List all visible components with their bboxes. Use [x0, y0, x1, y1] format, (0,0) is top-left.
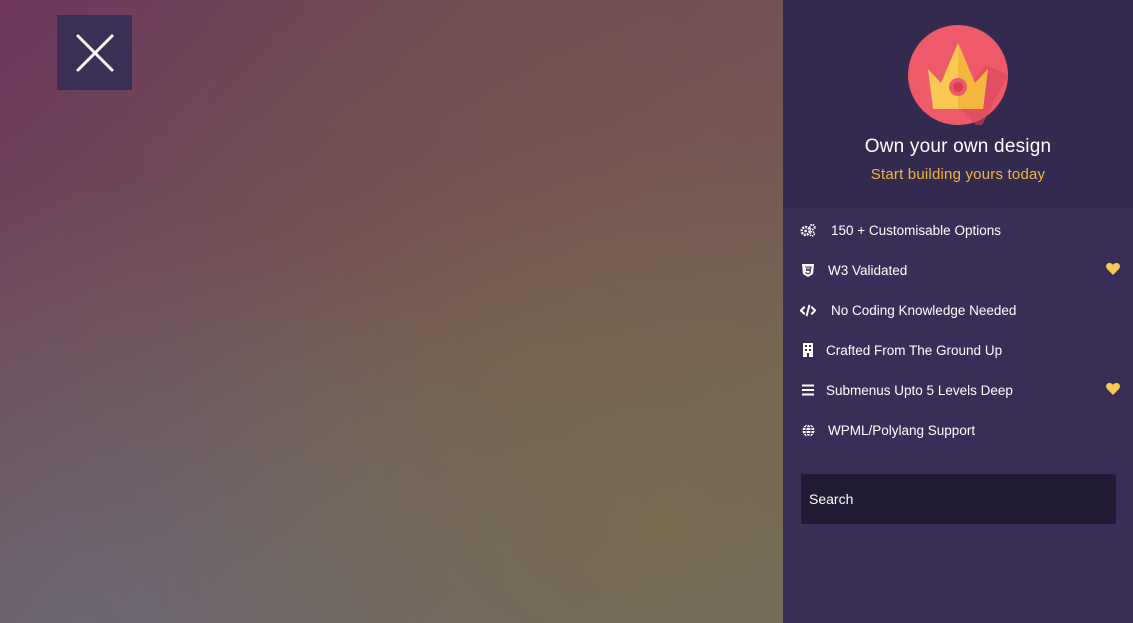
menu-item-w3-validated[interactable]: W3 Validated [783, 250, 1133, 290]
menu-item-customisable-options[interactable]: 150 + Customisable Options [783, 210, 1133, 250]
side-menu-panel: Own your own design Start building yours… [783, 0, 1133, 623]
bars-icon [800, 382, 816, 398]
menu-item-label: No Coding Knowledge Needed [831, 302, 1017, 318]
menu-item-label: WPML/Polylang Support [828, 422, 976, 438]
css3-icon [800, 262, 816, 278]
panel-subtitle: Start building yours today [870, 166, 1046, 183]
blurred-backdrop[interactable] [0, 0, 783, 623]
code-icon [800, 302, 816, 318]
close-icon [76, 34, 113, 71]
crown-icon[interactable] [908, 25, 1008, 125]
menu-item-wpml[interactable]: WPML/Polylang Support [783, 410, 1133, 450]
menu-item-crafted[interactable]: Crafted From The Ground Up [783, 330, 1133, 370]
globe-icon [800, 422, 816, 438]
close-menu-button[interactable] [57, 15, 132, 90]
menu-item-label: 150 + Customisable Options [831, 222, 1001, 238]
panel-title: Own your own design [864, 136, 1052, 157]
panel-header: Own your own design Start building yours… [783, 0, 1133, 208]
heart-icon[interactable] [1106, 382, 1120, 396]
search-input[interactable] [801, 474, 1116, 524]
page: Own your own design Start building yours… [0, 0, 1133, 623]
menu-item-label: W3 Validated [828, 262, 908, 278]
feature-menu: 150 + Customisable Options W3 Validated [783, 210, 1133, 450]
heart-icon[interactable] [1106, 262, 1120, 276]
menu-item-label: Submenus Upto 5 Levels Deep [826, 382, 1013, 398]
building-icon [800, 342, 816, 358]
menu-item-no-coding[interactable]: No Coding Knowledge Needed [783, 290, 1133, 330]
gears-icon [800, 222, 816, 238]
menu-item-submenus[interactable]: Submenus Upto 5 Levels Deep [783, 370, 1133, 410]
menu-item-label: Crafted From The Ground Up [826, 342, 1003, 358]
